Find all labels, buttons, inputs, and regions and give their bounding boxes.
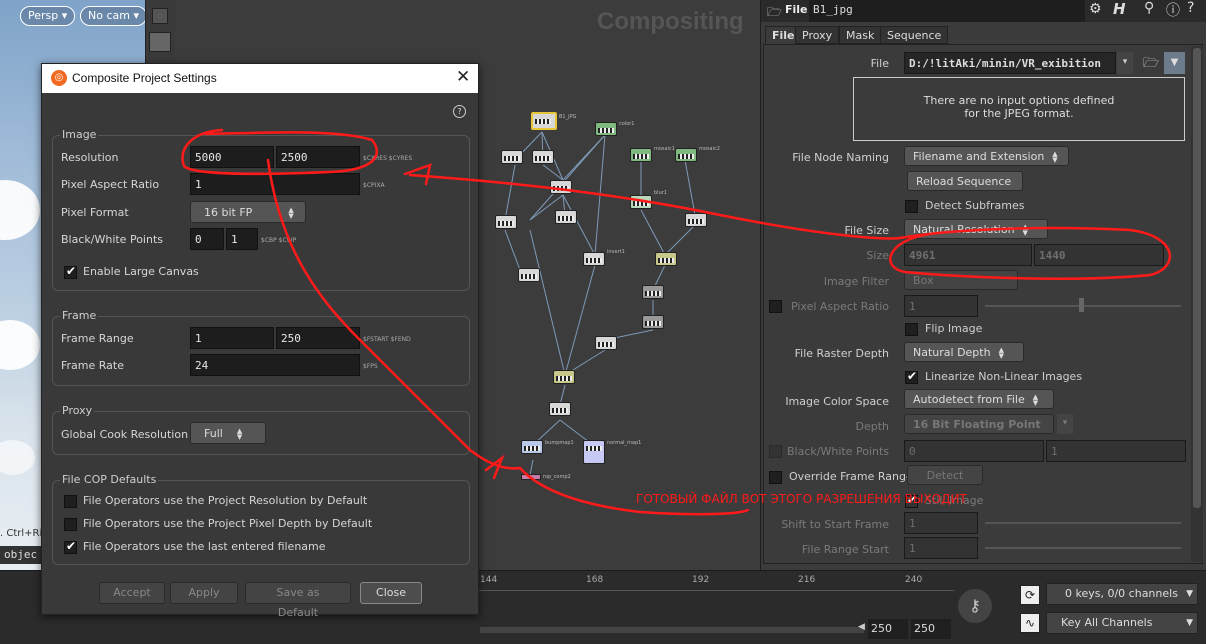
annotation-note: ГОТОВЫЙ ФАЙЛ ВОТ ЭТОГО РАЗРЕШЕНИЯ ВЫХОДИ… [636, 492, 967, 506]
red-annotation-strokes [181, 128, 1172, 516]
